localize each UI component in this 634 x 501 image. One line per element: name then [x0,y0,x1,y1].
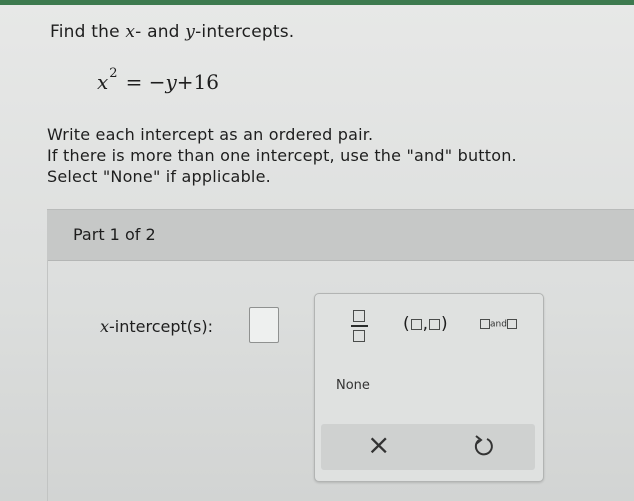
pair-close-paren: ) [441,314,448,334]
part-header: Part 1 of 2 [47,209,634,261]
and-label: and [490,319,507,330]
part-label: Part 1 of 2 [73,225,156,244]
ordered-pair-button[interactable]: (,) [403,314,457,338]
instructions: Write each intercept as an ordered pair.… [47,124,517,187]
and-slot-icon [480,319,490,329]
equation-exponent: 2 [109,66,118,81]
equation-minus: − [148,70,166,94]
instruction-line: If there is more than one intercept, use… [47,146,517,165]
fraction-numerator-icon [353,310,365,322]
math-palette: (,) and None × [314,293,544,482]
equation-equals: = [125,70,143,94]
pair-open-paren: ( [403,314,410,334]
and-button[interactable]: and [480,319,530,335]
equation-base: x [97,70,109,94]
palette-action-bar: × [321,424,535,470]
undo-button[interactable] [472,433,494,459]
clear-button[interactable]: × [367,430,390,460]
pair-slot-icon [410,318,422,330]
pair-slot-icon [429,318,441,330]
fraction-button[interactable] [346,306,374,346]
answer-label-var: x [100,317,110,336]
equation-constant: +16 [176,70,219,94]
question-middle: - and [135,22,186,42]
instruction-line: Write each intercept as an ordered pair. [47,125,374,144]
x-intercept-input[interactable] [249,307,279,343]
pair-comma: , [422,314,429,334]
instruction-line: Select "None" if applicable. [47,167,271,186]
question-var-x: x [125,22,136,42]
answer-label: x-intercept(s): [100,317,213,336]
answer-label-text: -intercept(s): [109,317,214,336]
equation-var-y: y [165,70,177,94]
fraction-bar-icon [351,325,368,327]
fraction-denominator-icon [353,330,365,342]
question-var-y: y [185,22,196,42]
equation: x2 = −y+16 [97,66,219,94]
none-button[interactable]: None [336,378,370,393]
and-slot-icon [506,319,517,329]
undo-icon [474,435,493,456]
question-text: Find the x- and y-intercepts. [50,22,294,42]
question-prefix: Find the [50,22,126,42]
question-suffix: -intercepts. [195,22,295,42]
